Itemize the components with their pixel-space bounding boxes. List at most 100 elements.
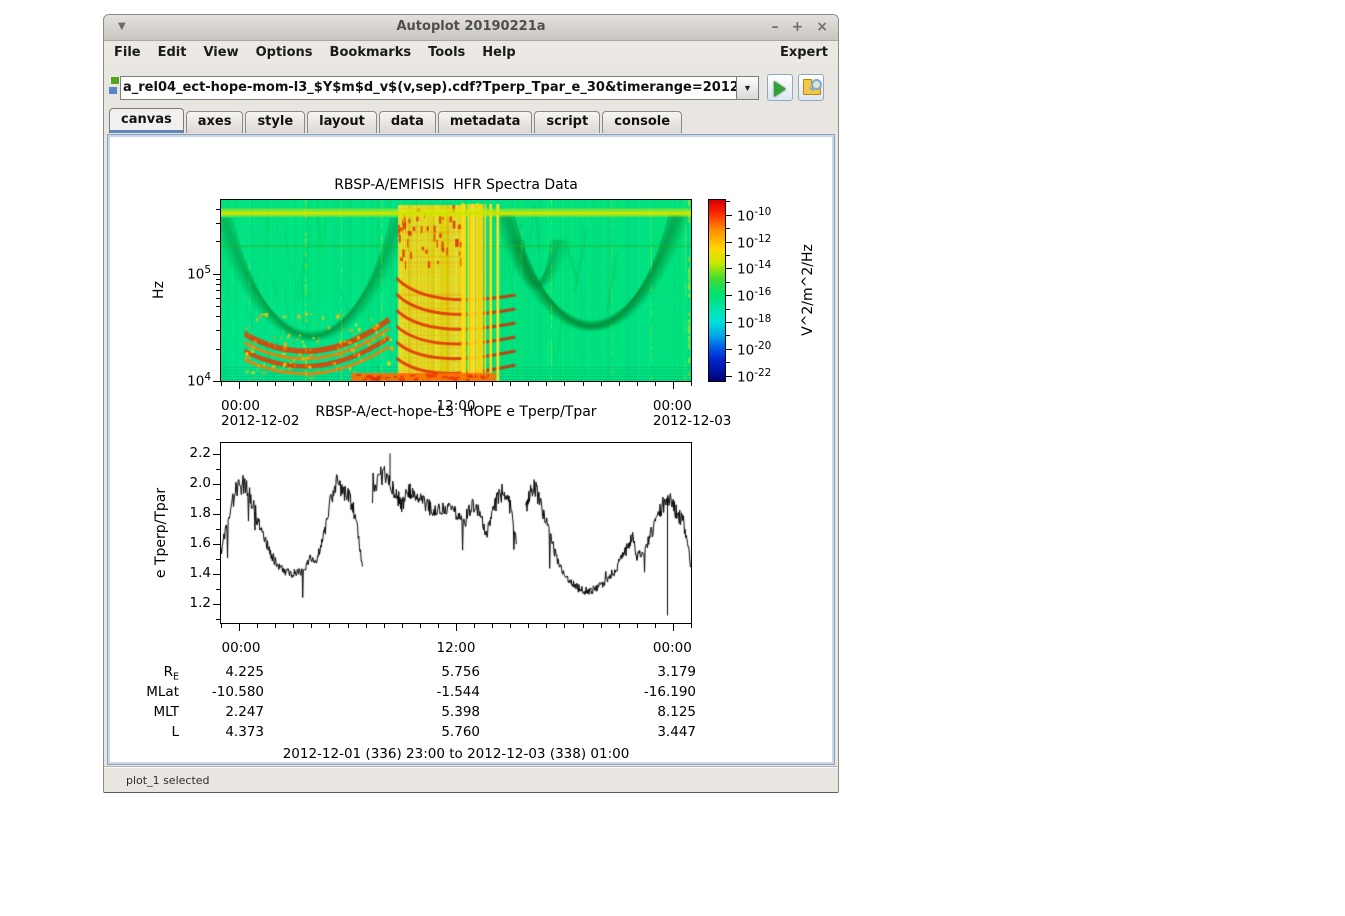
colorbar-tick — [726, 295, 732, 296]
tab-console[interactable]: console — [602, 111, 683, 133]
spectrogram-xtick — [637, 382, 638, 386]
lineplot-plot[interactable] — [220, 442, 692, 624]
spectrogram-ytick — [216, 209, 220, 210]
spectrogram-xtick — [366, 382, 367, 386]
spectrogram-xtick-date: 2012-12-02 — [221, 413, 300, 429]
lineplot-ytick-label: 2.2 — [189, 444, 211, 461]
spectrogram-xtick — [474, 382, 475, 386]
spectrogram-xtick — [239, 382, 240, 389]
datasource-type-icon[interactable] — [108, 76, 120, 96]
colorbar[interactable] — [708, 199, 726, 382]
lineplot-xtick — [691, 624, 692, 628]
annotation-l-3: 3.447 — [657, 724, 696, 740]
lineplot-xtick — [402, 624, 403, 628]
spectrogram-xtick-label: 00:00 — [221, 398, 260, 414]
lineplot-ytick — [216, 619, 220, 620]
spectrogram-ytick — [216, 306, 220, 307]
lineplot-xtick — [329, 624, 330, 628]
menu-file[interactable]: File — [114, 45, 141, 60]
spectrogram-ytick — [216, 316, 220, 317]
spectrogram-xtick — [492, 382, 493, 386]
menu-options[interactable]: Options — [256, 45, 313, 60]
tab-layout[interactable]: layout — [307, 111, 377, 133]
lineplot-ytick-label: 1.2 — [189, 594, 211, 611]
menu-expert[interactable]: Expert — [780, 45, 828, 60]
close-button[interactable]: × — [816, 18, 828, 36]
spectrogram-ytick-label: 104 — [187, 371, 211, 390]
datasource-green-square-icon — [110, 76, 120, 85]
spectrogram-ytick-label: 105 — [187, 263, 211, 283]
colorbar-tick-label: 10-18 — [737, 313, 772, 332]
titlebar[interactable]: ▼ Autoplot 20190221a – + × — [104, 15, 838, 41]
tab-style[interactable]: style — [245, 111, 306, 133]
lineplot-xtick — [275, 624, 276, 628]
menu-edit[interactable]: Edit — [158, 45, 187, 60]
tab-canvas[interactable]: canvas — [109, 108, 184, 133]
spectrogram-ytick — [216, 330, 220, 331]
lineplot-xtick-label: 00:00 — [652, 640, 692, 656]
spectrogram-xtick — [420, 382, 421, 386]
lineplot-ytick — [213, 514, 220, 515]
colorbar-tick-label: 10-10 — [737, 205, 772, 225]
lineplot-ytick — [213, 484, 220, 485]
maximize-button[interactable]: + — [792, 18, 804, 36]
lineplot-xtick — [221, 624, 222, 628]
canvas-scrollpane: RBSP-A/EMFISIS HFR Spectra Data Hz V^2/m… — [107, 134, 835, 765]
lineplot-xtick — [311, 624, 312, 628]
colorbar-tick-label: 10-20 — [737, 339, 772, 359]
statusbar: plot_1 selected — [104, 766, 838, 792]
colorbar-tick — [726, 335, 730, 336]
go-button[interactable] — [767, 74, 793, 101]
colorbar-tick-label: 10-14 — [737, 259, 772, 278]
spectrogram-title: RBSP-A/EMFISIS HFR Spectra Data — [334, 177, 578, 193]
spectrogram-xtick — [275, 382, 276, 386]
annotation-re-2: 5.756 — [441, 664, 480, 680]
lineplot-ytick — [216, 529, 220, 530]
plot-canvas[interactable]: RBSP-A/EMFISIS HFR Spectra Data Hz V^2/m… — [111, 138, 831, 761]
spectrogram-xtick — [528, 382, 529, 386]
lineplot-ytick — [216, 469, 220, 470]
menu-tools[interactable]: Tools — [428, 45, 465, 60]
lineplot-ytick — [213, 454, 220, 455]
tab-data[interactable]: data — [378, 111, 436, 133]
spectrogram-xtick — [329, 382, 330, 386]
lineplot-ytick — [216, 499, 220, 500]
lineplot-xtick — [528, 624, 529, 628]
spectrogram-xtick-label: 12:00 — [436, 398, 476, 414]
lineplot-xtick — [655, 624, 656, 628]
lineplot-trace — [221, 443, 691, 623]
minimize-button[interactable]: – — [772, 18, 779, 36]
lineplot-ytick-label: 2.0 — [189, 474, 211, 491]
spectrogram-ytick — [216, 349, 220, 350]
menu-help[interactable]: Help — [482, 45, 515, 60]
menu-view[interactable]: View — [203, 45, 238, 60]
play-icon — [774, 81, 786, 97]
lineplot-ytick — [216, 589, 220, 590]
uri-toolbar: a_rel04_ect-hope-mom-l3_$Y$m$d_v$(v,sep)… — [104, 63, 838, 109]
tab-axes[interactable]: axes — [185, 111, 244, 133]
spectrogram-xtick-date: 2012-12-03 — [652, 413, 732, 429]
spectrogram-plot[interactable] — [220, 199, 692, 382]
colorbar-tick — [726, 349, 732, 350]
colorbar-tick — [726, 362, 730, 363]
lineplot-ytick — [213, 544, 220, 545]
colorbar-tick — [726, 282, 730, 283]
menu-bookmarks[interactable]: Bookmarks — [330, 45, 412, 60]
annotation-l-1: 4.373 — [225, 724, 264, 740]
spectrogram-ytick — [216, 290, 220, 291]
uri-dropdown-button[interactable]: ▼ — [737, 76, 759, 100]
tab-metadata[interactable]: metadata — [437, 111, 533, 133]
lineplot-ytick — [213, 574, 220, 575]
autoplot-window: ▼ Autoplot 20190221a – + × File Edit Vie… — [103, 14, 839, 793]
uri-input[interactable]: a_rel04_ect-hope-mom-l3_$Y$m$d_v$(v,sep)… — [120, 76, 737, 100]
annotation-mlt-2: 5.398 — [441, 704, 480, 720]
spectrogram-xtick — [619, 382, 620, 386]
lineplot-xtick — [384, 624, 385, 628]
spectrogram-xtick — [583, 382, 584, 386]
tab-script[interactable]: script — [534, 111, 601, 133]
browse-button[interactable] — [798, 74, 824, 101]
magnifier-icon — [811, 79, 822, 90]
lineplot-xtick — [564, 624, 565, 628]
spectrogram-ytick — [213, 274, 220, 275]
spectrogram-ytick — [216, 241, 220, 242]
